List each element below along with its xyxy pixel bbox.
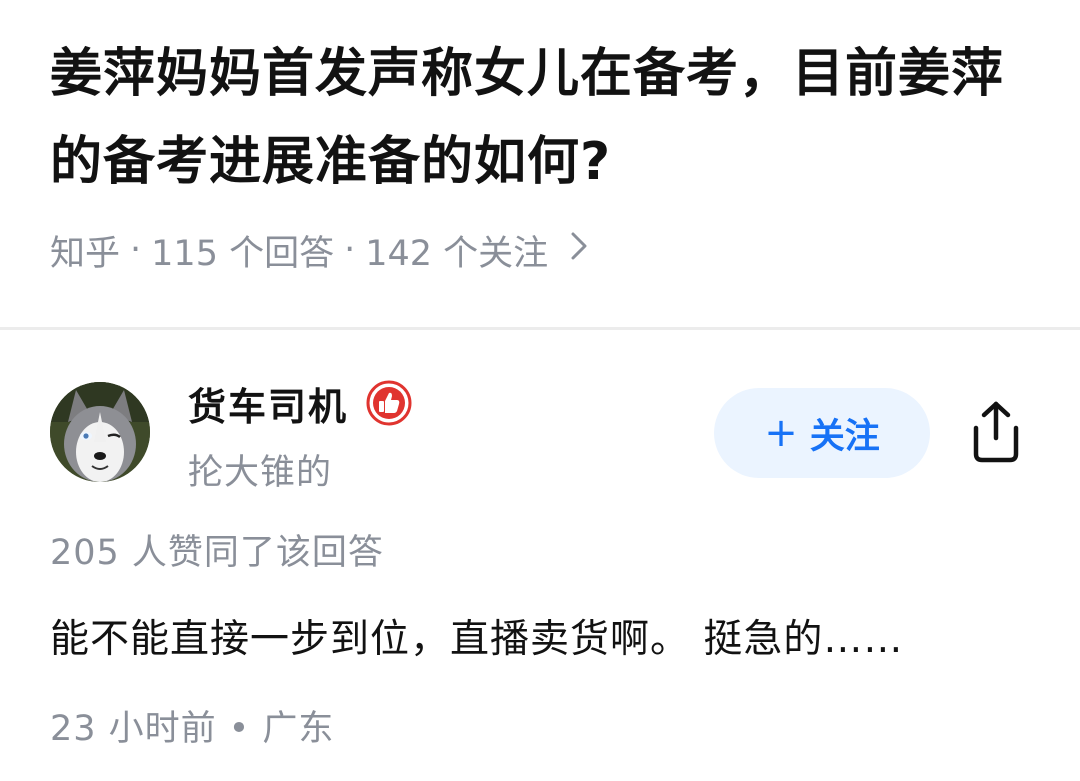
thumbs-up-badge-icon (366, 380, 412, 426)
section-divider (0, 327, 1080, 330)
answer-content[interactable]: 能不能直接一步到位，直播卖货啊。 挺急的…… (50, 608, 903, 664)
author-name-row: 货车司机 (188, 376, 412, 431)
question-meta[interactable]: 知乎 · 115 个回答 · 142 个关注 (50, 222, 588, 278)
avatar[interactable] (50, 382, 150, 482)
follow-label: 关注 (809, 416, 880, 457)
meta-separator: · (130, 230, 142, 270)
answer-count: 115 个回答 (151, 233, 335, 274)
location: 广东 (262, 709, 335, 749)
chevron-right-icon[interactable] (570, 230, 588, 270)
source-label: 知乎 (50, 233, 121, 274)
follower-count: 142 个关注 (365, 233, 549, 274)
meta-separator: · (344, 230, 356, 270)
question-title[interactable]: 姜萍妈妈首发声称女儿在备考，目前姜萍的备考进展准备的如何? (50, 30, 1040, 206)
share-icon[interactable] (962, 398, 1030, 466)
answer-timestamp: 23 小时前 • 广东 (50, 700, 334, 751)
plus-icon: + (764, 410, 798, 456)
author-name[interactable]: 货车司机 (188, 376, 348, 431)
time-ago: 23 小时前 (50, 709, 217, 749)
author-bio: 抡大锥的 (188, 453, 333, 493)
vote-count: 205 人赞同了该回答 (50, 533, 384, 573)
follow-button[interactable]: + 关注 (714, 388, 930, 478)
question-header: 姜萍妈妈首发声称女儿在备考，目前姜萍的备考进展准备的如何? (50, 30, 1040, 206)
meta-separator: • (228, 709, 251, 749)
